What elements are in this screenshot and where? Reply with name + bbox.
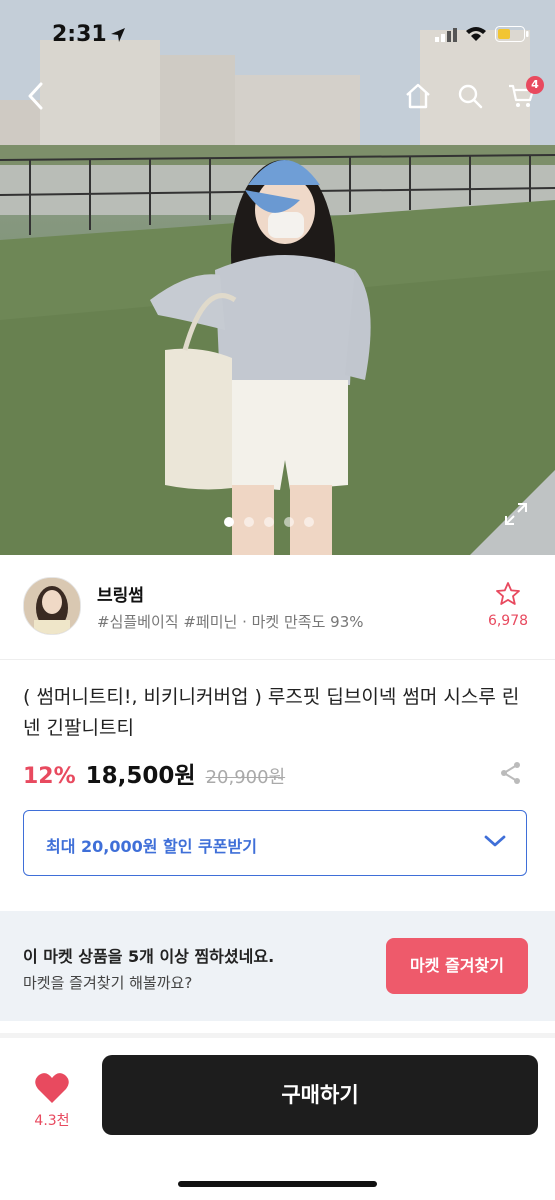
wifi-icon <box>465 26 487 46</box>
back-arrow-icon <box>28 82 43 110</box>
like-button[interactable]: 4.3천 <box>30 1072 74 1130</box>
favorite-market-banner: 이 마켓 상품을 5개 이상 찜하셨네요. 마켓을 즐겨찾기 해볼까요? 마켓 … <box>0 911 555 1021</box>
coupon-button[interactable]: 최대 20,000원 할인 쿠폰받기 <box>23 810 527 876</box>
favorite-market-button[interactable]: 마켓 즐겨찾기 <box>386 938 528 994</box>
shop-favorite-count: 6,978 <box>487 613 529 629</box>
product-title: ( 썸머니트티!, 비키니커버업 ) 루즈핏 딥브이넥 썸머 시스루 린넨 긴팔… <box>23 686 520 739</box>
share-button[interactable] <box>499 761 523 785</box>
product-image[interactable]: 2:31 4 <box>0 0 555 555</box>
shop-favorite-button[interactable]: 6,978 <box>485 581 531 629</box>
home-icon <box>406 83 430 109</box>
banner-message: 이 마켓 상품을 5개 이상 찜하셨네요. <box>23 947 275 966</box>
heart-icon <box>35 1073 69 1103</box>
banner-submessage: 마켓을 즐겨찾기 해볼까요? <box>23 974 193 992</box>
status-time: 2:31 <box>52 22 107 47</box>
coupon-label: 최대 20,000원 할인 쿠폰받기 <box>46 837 257 856</box>
like-count: 4.3천 <box>34 1113 70 1129</box>
original-price: 20,900원 <box>205 767 286 788</box>
shop-name[interactable]: 브링썸 <box>97 581 144 606</box>
discount-rate: 12% <box>23 764 76 789</box>
gallery-dot[interactable] <box>224 517 234 527</box>
expand-image-button[interactable] <box>504 502 528 526</box>
status-bar: 2:31 <box>0 0 555 70</box>
shop-tags: #심플베이직 #페미닌 · 마켓 만족도 93% <box>97 613 364 631</box>
cellular-signal-icon <box>435 27 457 46</box>
gallery-pagination <box>224 517 314 527</box>
sale-price: 18,500원 <box>85 763 196 789</box>
bottom-action-bar: 4.3천 구매하기 <box>0 1038 555 1200</box>
share-icon <box>501 762 520 784</box>
cart-count-badge: 4 <box>526 76 544 94</box>
top-navigation <box>0 78 555 118</box>
search-icon <box>458 84 483 109</box>
home-indicator <box>178 1181 377 1187</box>
buy-button[interactable]: 구매하기 <box>102 1055 538 1135</box>
chevron-down-icon <box>484 833 506 852</box>
gallery-dot[interactable] <box>264 517 274 527</box>
shop-info[interactable]: 브링썸 #심플베이직 #페미닌 · 마켓 만족도 93% 6,978 <box>0 555 555 660</box>
location-arrow-icon <box>110 27 126 47</box>
star-icon <box>496 582 520 605</box>
gallery-dot[interactable] <box>244 517 254 527</box>
shop-avatar[interactable] <box>23 577 81 635</box>
home-button[interactable] <box>400 78 436 114</box>
gallery-dot[interactable] <box>284 517 294 527</box>
search-button[interactable] <box>452 78 488 114</box>
back-button[interactable] <box>18 78 54 114</box>
price-row: 12% 18,500원 20,900원 <box>23 756 285 790</box>
battery-icon <box>495 26 529 46</box>
expand-icon <box>505 503 527 525</box>
gallery-dot[interactable] <box>304 517 314 527</box>
